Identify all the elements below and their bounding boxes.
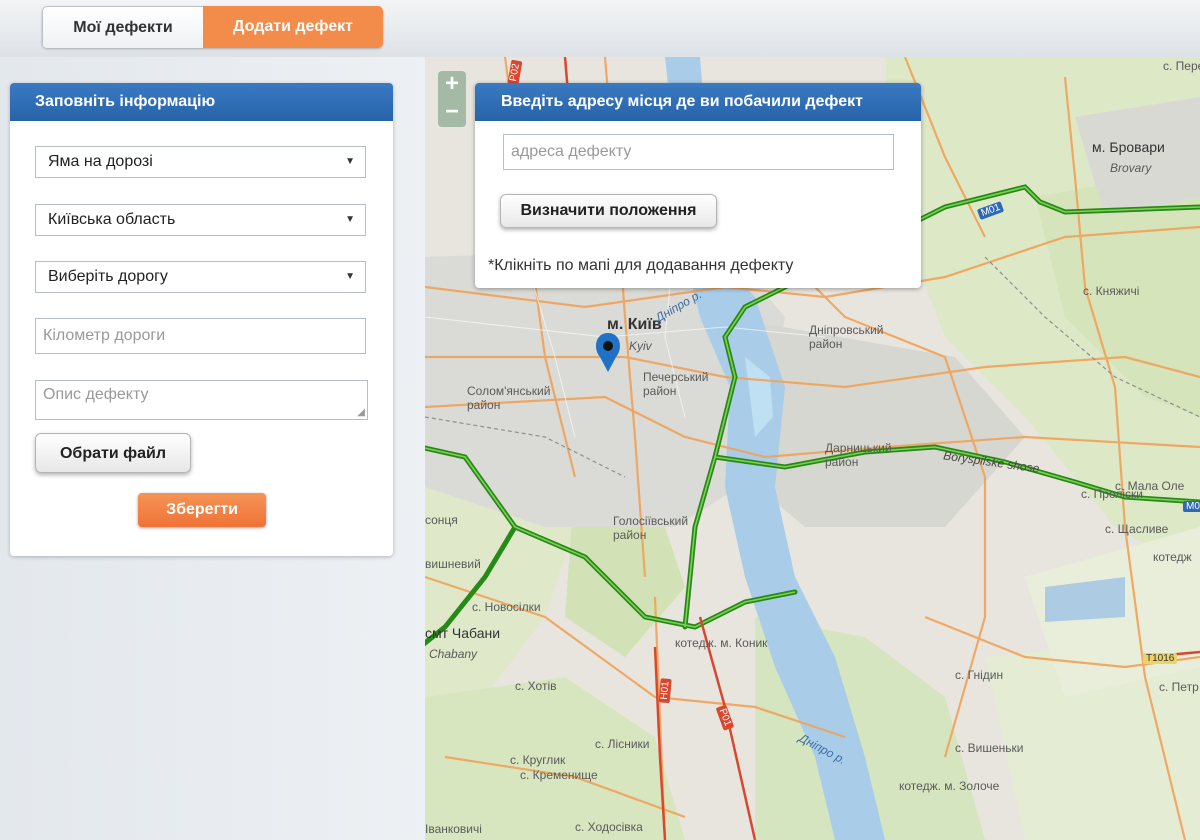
road-shield-t1016: T1016 <box>1143 653 1178 664</box>
map-label-pecherskyi: Печерський район <box>643 370 709 398</box>
map-label-vyshenky: с. Вишеньки <box>955 741 1024 755</box>
resize-grip-icon[interactable]: ◢ <box>357 407 365 418</box>
map-label-kyiv: м. Київ <box>607 316 662 333</box>
top-bar: Мої дефекти Додати дефект <box>0 0 1200 57</box>
zoom-control: + − <box>438 71 466 127</box>
map-label-sontsia: сонця <box>425 513 458 527</box>
info-form-panel: Заповніть інформацію Яма на дорозі ▼ Киї… <box>10 83 393 556</box>
zoom-in-button[interactable]: + <box>438 71 466 99</box>
region-select[interactable]: Київська область ▼ <box>35 204 366 236</box>
map-label-zoloche: котедж. м. Золоче <box>899 779 1000 793</box>
road-km-placeholder: Кілометр дороги <box>43 327 166 344</box>
map-label-holosiivskyi: Голосіївський район <box>613 514 689 542</box>
zoom-out-button[interactable]: − <box>438 99 466 127</box>
region-value: Київська область <box>48 211 176 228</box>
map-label-petr: с. Петр <box>1159 680 1199 694</box>
map-label-brovary: м. Бровари <box>1092 139 1165 155</box>
map-label-pere: с. Пере <box>1163 59 1200 73</box>
chevron-down-icon: ▼ <box>345 271 355 282</box>
description-textarea[interactable]: Опис дефекту ◢ <box>35 380 368 420</box>
map-label-brovary-lat: Brovary <box>1110 161 1152 175</box>
road-shield-m03: M03 <box>1183 501 1200 512</box>
road-value: Виберіть дорогу <box>48 268 168 285</box>
road-km-input[interactable]: Кілометр дороги <box>35 318 366 354</box>
chevron-down-icon: ▼ <box>345 214 355 225</box>
tab-add-defect[interactable]: Додати дефект <box>203 6 383 48</box>
defect-type-select[interactable]: Яма на дорозі ▼ <box>35 146 366 178</box>
map-label-koniak: котедж. м. Коник <box>675 636 768 650</box>
map-label-chabany: смт Чабани <box>425 625 501 641</box>
map-label-khodosivka: с. Ходосівка <box>575 820 643 834</box>
map-label-kotedzh: котедж <box>1153 550 1192 564</box>
map-label-kruhlyk: с. Круглик <box>510 753 566 767</box>
address-popup-title: Введіть адресу місця де ви побачили дефе… <box>475 83 921 121</box>
map-label-novosilky: с. Новосілки <box>472 600 541 614</box>
map-label-kyiv-lat: Kyiv <box>629 339 652 353</box>
form-title: Заповніть інформацію <box>10 83 393 121</box>
choose-file-button[interactable]: Обрати файл <box>35 433 191 473</box>
map-label-shchaslyve: с. Щасливе <box>1105 522 1169 536</box>
map-label-dniprovskyi: Дніпровський район <box>809 323 884 351</box>
map-label-ivankovychi: Іванковичі <box>425 822 482 836</box>
map-label-khotiv: с. Хотів <box>515 679 557 693</box>
road-select[interactable]: Виберіть дорогу ▼ <box>35 261 366 293</box>
save-button[interactable]: Зберегти <box>138 493 266 527</box>
map-label-mala-ole: с. Мала Оле <box>1115 479 1185 493</box>
tab-bar: Мої дефекти Додати дефект <box>42 6 383 48</box>
road-shield-h01: H01 <box>658 677 672 704</box>
map-click-note: *Клікніть по мапі для додавання дефекту <box>488 257 794 274</box>
tab-my-defects[interactable]: Мої дефекти <box>42 6 203 48</box>
map-label-vyshnevyi: вишневий <box>425 557 481 571</box>
map-label-chabany-lat: Chabany <box>429 647 478 661</box>
map-label-kremenyshche: с. Кременище <box>520 768 598 782</box>
map-label-hnidyn: с. Гнідин <box>955 668 1004 682</box>
address-popup: Введіть адресу місця де ви побачили дефе… <box>475 83 921 288</box>
map-label-darnytskyi: Дарницький район <box>825 441 892 469</box>
chevron-down-icon: ▼ <box>345 156 355 167</box>
map-view[interactable]: + − M01 M03 P02 H01 P01 T1016 м. Київ Ky… <box>425 57 1200 840</box>
map-label-kniazhychi: с. Княжичі <box>1083 284 1140 298</box>
map-label-solomianskyi: Солом'янський район <box>467 384 551 412</box>
defect-type-value: Яма на дорозі <box>48 153 153 170</box>
locate-button[interactable]: Визначити положення <box>500 194 717 228</box>
address-placeholder: адреса дефекту <box>511 143 632 160</box>
address-input[interactable]: адреса дефекту <box>503 134 894 170</box>
map-label-lisnyky: с. Лісники <box>595 737 650 751</box>
description-placeholder: Опис дефекту <box>43 386 149 403</box>
